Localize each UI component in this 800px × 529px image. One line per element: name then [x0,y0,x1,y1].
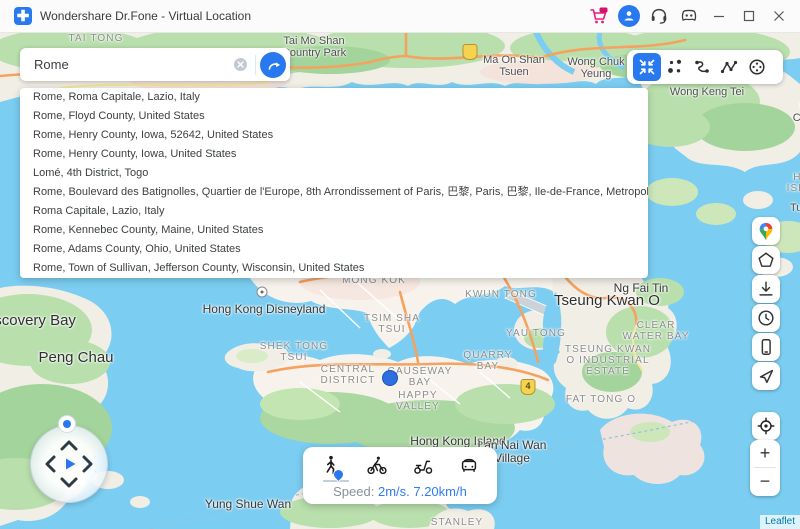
search-result-item[interactable]: Rome, Henry County, Iowa, United States [20,145,648,164]
locate-button[interactable] [752,412,780,440]
car-speed-icon[interactable] [458,454,480,476]
search-result-item[interactable]: Rome, Town of Sullivan, Jefferson County… [20,259,648,278]
search-result-item[interactable]: Rome, Roma Capitale, Lazio, Italy [20,88,648,107]
current-location-marker [382,370,398,386]
search-result-item[interactable]: Roma Capitale, Lazio, Italy [20,202,648,221]
cart-icon[interactable] [584,0,614,32]
headset-icon[interactable] [644,0,674,32]
two-spot-route-mode-button[interactable] [690,55,714,79]
zoom-out-button[interactable]: − [750,468,780,495]
road-shield-marker: 4 [521,379,536,395]
zoom-control: + − [750,440,780,496]
joystick-up-icon [62,442,76,449]
disneyland-poi-icon [257,287,268,298]
search-divider [255,55,256,75]
multi-spot-mode-button[interactable] [663,55,687,79]
window-title: Wondershare Dr.Fone - Virtual Location [40,9,251,23]
joystick-left-icon [47,457,54,471]
bicycle-speed-icon[interactable] [366,454,388,476]
gpx-navigation-button[interactable] [752,362,780,390]
speed-readout: Speed: 2m/s. 7.20km/h [303,484,497,499]
joystick-mode-button[interactable] [745,55,769,79]
search-box [20,48,290,81]
device-button[interactable] [752,333,780,361]
app-window: TAI TONGTai Mo Shan Country ParkMa On Sh… [0,0,800,529]
search-results-dropdown: Rome, Roma Capitale, Lazio, ItalyRome, F… [20,88,648,278]
road-shield-marker [463,44,478,60]
search-result-item[interactable]: Rome, Henry County, Iowa, 52642, United … [20,126,648,145]
speed-panel: Speed: 2m/s. 7.20km/h [303,447,497,504]
collection-button[interactable] [752,246,780,274]
leaflet-attribution[interactable]: Leaflet [760,515,800,529]
search-result-item[interactable]: Rome, Adams County, Ohio, United States [20,240,648,259]
joystick-play-icon [66,459,76,470]
app-logo-icon: ✚ [14,7,32,25]
search-result-item[interactable]: Rome, Boulevard des Batignolles, Quartie… [20,183,648,202]
joystick-down-icon [62,479,76,486]
maximize-icon[interactable] [734,0,764,32]
search-input[interactable] [32,47,229,82]
close-icon[interactable] [764,0,794,32]
go-button[interactable] [260,52,286,78]
titlebar: ✚ Wondershare Dr.Fone - Virtual Location [0,0,800,33]
joystick-handle[interactable] [58,415,76,433]
history-button[interactable] [752,304,780,332]
multi-spot-route-mode-button[interactable] [717,55,741,79]
teleport-mode-button[interactable] [633,53,661,81]
speed-value: 2m/s. 7.20km/h [378,484,467,499]
speed-label: Speed: [333,484,374,499]
joystick-right-icon [84,457,91,471]
discord-icon[interactable] [674,0,704,32]
scooter-speed-icon[interactable] [412,454,434,476]
speed-slider-track[interactable] [323,480,349,482]
google-maps-button[interactable] [752,217,780,245]
zoom-in-button[interactable]: + [750,440,780,467]
search-result-item[interactable]: Lomé, 4th District, Togo [20,164,648,183]
joystick-control[interactable] [30,425,108,503]
mode-toolbar [627,50,783,84]
minimize-icon[interactable] [704,0,734,32]
search-result-item[interactable]: Rome, Kennebec County, Maine, United Sta… [20,221,648,240]
import-gpx-button[interactable] [752,275,780,303]
account-icon[interactable] [614,0,644,32]
clear-search-icon[interactable] [229,54,251,76]
search-result-item[interactable]: Rome, Floyd County, United States [20,107,648,126]
